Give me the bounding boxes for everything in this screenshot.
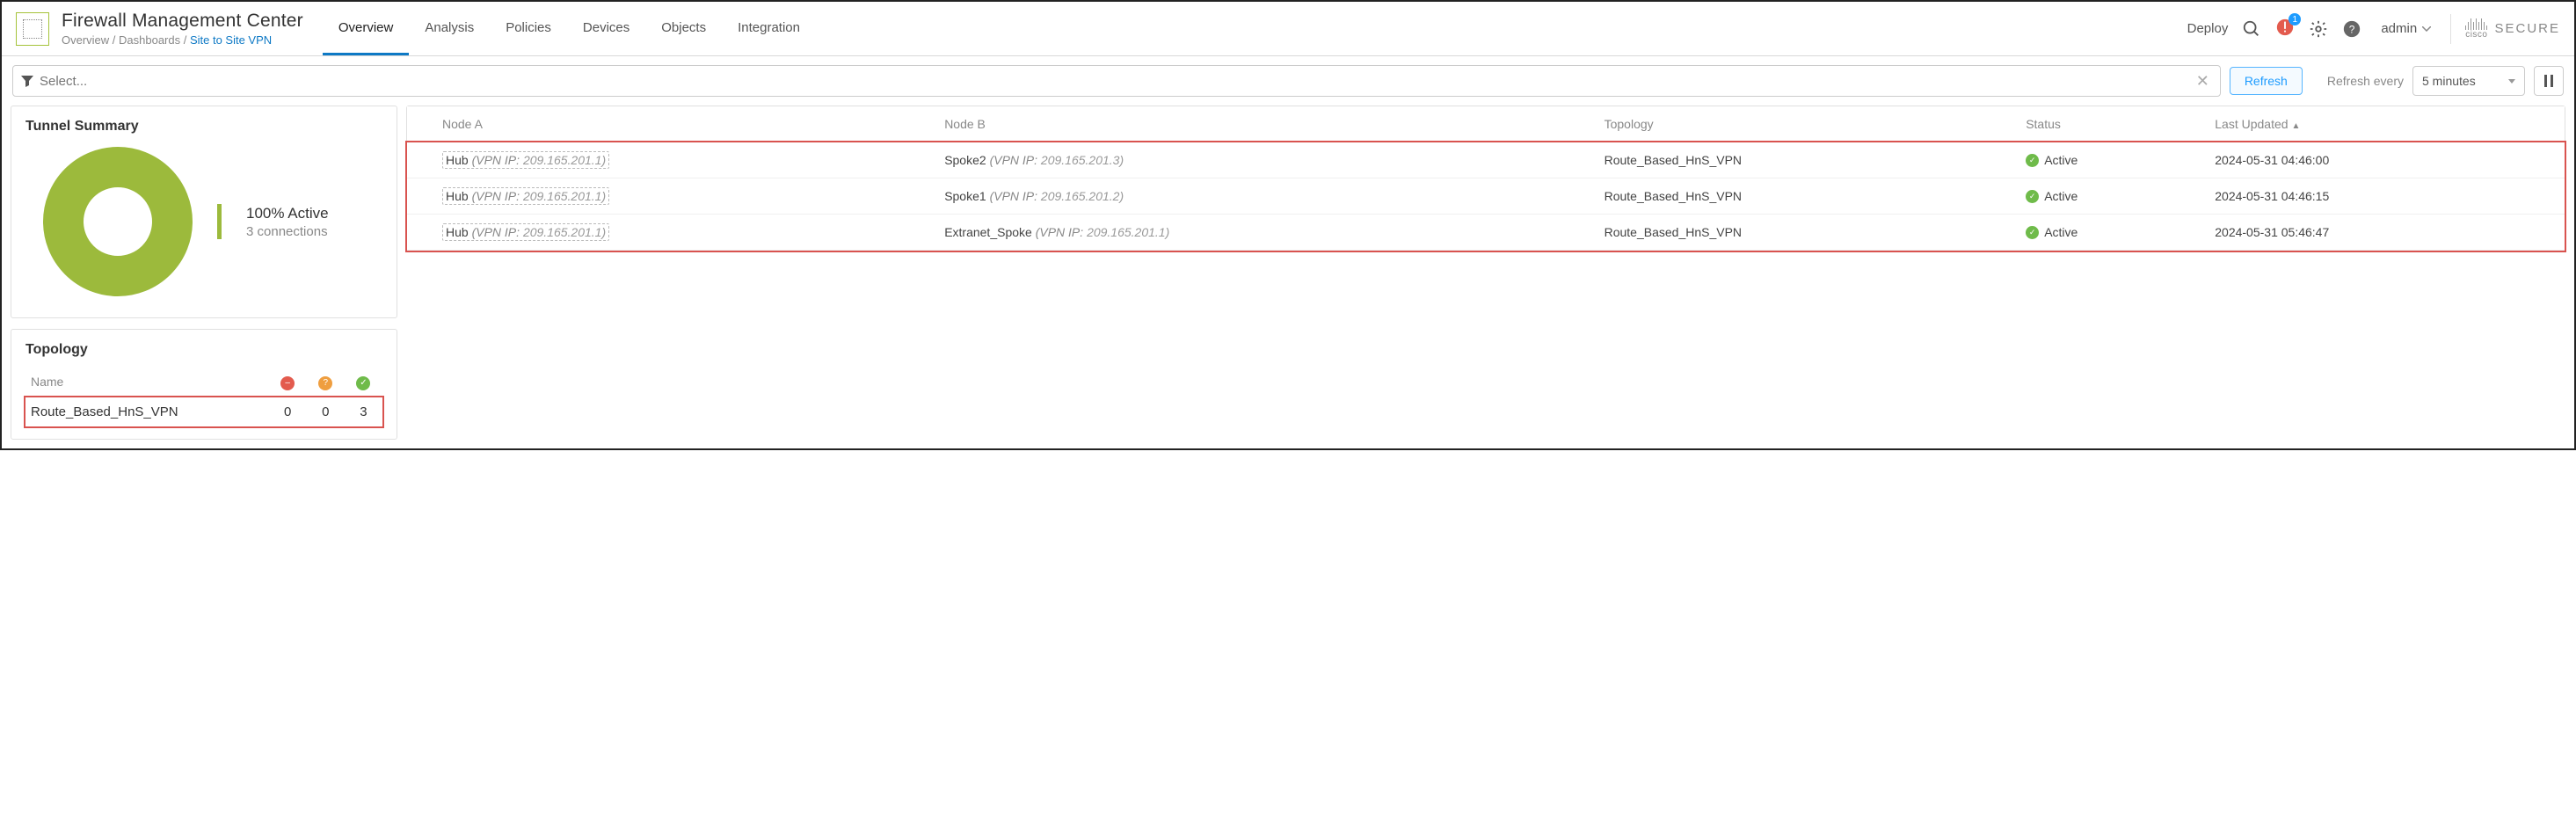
topology-title: Topology [25, 342, 382, 358]
topology-col-up: ✓ [345, 367, 382, 397]
app-title: Firewall Management Center [62, 11, 303, 32]
secure-label: SECURE [2494, 21, 2560, 36]
topology-table: Name – ? ✓ Route_Based_HnS_VPN 0 0 3 [25, 367, 382, 426]
left-column: Tunnel Summary 100% Active 3 connections… [11, 106, 397, 440]
active-icon: ✓ [2026, 226, 2039, 239]
svg-text:?: ? [2349, 23, 2355, 35]
cisco-label: cisco [2465, 30, 2487, 40]
sort-asc-icon: ▲ [2292, 121, 2301, 131]
refresh-interval-select[interactable]: 5 minutes [2412, 66, 2525, 96]
topology-row-warn: 0 [307, 397, 345, 426]
topology-col-down: – [269, 367, 307, 397]
col-status[interactable]: Status [2017, 106, 2206, 142]
col-node-b[interactable]: Node B [935, 106, 1595, 142]
search-icon[interactable] [2242, 19, 2261, 39]
cell-node-a: Hub (VPN IP: 209.165.201.1) [433, 178, 935, 215]
active-percent: 100% Active [246, 205, 329, 222]
cell-status: ✓Active [2017, 142, 2206, 178]
nav-tab-policies[interactable]: Policies [490, 2, 567, 55]
nav-tab-analysis[interactable]: Analysis [409, 2, 490, 55]
breadcrumb: Overview / Dashboards / Site to Site VPN [62, 33, 303, 47]
topology-row-up: 3 [345, 397, 382, 426]
warn-icon: ? [318, 376, 332, 390]
nav-tab-overview[interactable]: Overview [323, 2, 410, 55]
topology-row-down: 0 [269, 397, 307, 426]
col-topology[interactable]: Topology [1596, 106, 2018, 142]
cell-topology: Route_Based_HnS_VPN [1596, 178, 2018, 215]
legend-text: 100% Active 3 connections [246, 205, 329, 239]
topology-row-name: Route_Based_HnS_VPN [25, 397, 269, 426]
filter-input-wrap[interactable]: ✕ [12, 65, 2221, 97]
cell-node-b: Spoke1 (VPN IP: 209.165.201.2) [935, 178, 1595, 215]
pause-button[interactable] [2534, 66, 2564, 96]
table-row[interactable]: Hub (VPN IP: 209.165.201.1) Extranet_Spo… [407, 215, 2565, 251]
breadcrumb-current[interactable]: Site to Site VPN [190, 33, 272, 47]
refresh-button[interactable]: Refresh [2230, 67, 2303, 95]
topology-col-name: Name [25, 367, 269, 397]
pause-icon [2543, 75, 2554, 87]
table-row[interactable]: Hub (VPN IP: 209.165.201.1) Spoke1 (VPN … [407, 178, 2565, 215]
filter-bar: ✕ Refresh Refresh every 5 minutes [2, 56, 2574, 102]
cell-last-updated: 2024-05-31 04:46:15 [2206, 178, 2565, 215]
filter-icon [20, 74, 34, 88]
tunnel-donut-chart [43, 147, 193, 296]
filter-input[interactable] [40, 74, 2193, 89]
refresh-every-label: Refresh every [2327, 74, 2404, 88]
topology-row[interactable]: Route_Based_HnS_VPN 0 0 3 [25, 397, 382, 426]
nav-tabs: Overview Analysis Policies Devices Objec… [323, 2, 816, 55]
nav-tab-devices[interactable]: Devices [567, 2, 645, 55]
cell-topology: Route_Based_HnS_VPN [1596, 142, 2018, 178]
content-area: Tunnel Summary 100% Active 3 connections… [2, 102, 2574, 448]
down-icon: – [280, 376, 295, 390]
user-label: admin [2381, 21, 2417, 36]
active-icon: ✓ [2026, 154, 2039, 167]
help-icon[interactable]: ? [2342, 19, 2361, 39]
cisco-secure-brand: cisco SECURE [2450, 14, 2560, 44]
cell-node-a: Hub (VPN IP: 209.165.201.1) [433, 142, 935, 178]
app-header: Firewall Management Center Overview / Da… [2, 2, 2574, 56]
app-logo [16, 12, 49, 46]
legend-bar [217, 204, 222, 239]
clear-filter-button[interactable]: ✕ [2193, 72, 2213, 91]
cell-topology: Route_Based_HnS_VPN [1596, 215, 2018, 251]
gear-icon[interactable] [2309, 19, 2328, 39]
col-last-updated[interactable]: Last Updated▲ [2206, 106, 2565, 142]
table-row[interactable]: Hub (VPN IP: 209.165.201.1) Spoke2 (VPN … [407, 142, 2565, 178]
cell-node-b: Extranet_Spoke (VPN IP: 209.165.201.1) [935, 215, 1595, 251]
alert-count-badge: 1 [2289, 13, 2301, 25]
cell-node-a: Hub (VPN IP: 209.165.201.1) [433, 215, 935, 251]
alert-button[interactable]: 1 [2275, 18, 2295, 40]
connection-count: 3 connections [246, 224, 329, 239]
refresh-interval-value: 5 minutes [2422, 74, 2476, 88]
tunnel-table-panel: Node A Node B Topology Status Last Updat… [406, 106, 2565, 251]
cell-status: ✓Active [2017, 178, 2206, 215]
topology-panel: Topology Name – ? ✓ Route_Based_HnS_VPN … [11, 329, 397, 440]
cell-node-b: Spoke2 (VPN IP: 209.165.201.3) [935, 142, 1595, 178]
col-node-a[interactable]: Node A [433, 106, 935, 142]
topology-col-warn: ? [307, 367, 345, 397]
breadcrumb-prefix: Overview / Dashboards / [62, 33, 190, 47]
chevron-down-icon [2422, 26, 2431, 32]
nav-tab-integration[interactable]: Integration [722, 2, 816, 55]
tunnel-table: Node A Node B Topology Status Last Updat… [407, 106, 2565, 251]
title-block: Firewall Management Center Overview / Da… [62, 11, 303, 47]
cell-status: ✓Active [2017, 215, 2206, 251]
cell-last-updated: 2024-05-31 05:46:47 [2206, 215, 2565, 251]
tunnel-summary-title: Tunnel Summary [25, 119, 382, 135]
user-menu[interactable]: admin [2376, 21, 2436, 36]
tunnel-summary-panel: Tunnel Summary 100% Active 3 connections [11, 106, 397, 318]
deploy-button[interactable]: Deploy [2187, 21, 2229, 36]
header-actions: Deploy 1 ? admin cisco SECURE [2187, 14, 2560, 44]
cell-last-updated: 2024-05-31 04:46:00 [2206, 142, 2565, 178]
nav-tab-objects[interactable]: Objects [645, 2, 722, 55]
up-icon: ✓ [356, 376, 370, 390]
active-icon: ✓ [2026, 190, 2039, 203]
